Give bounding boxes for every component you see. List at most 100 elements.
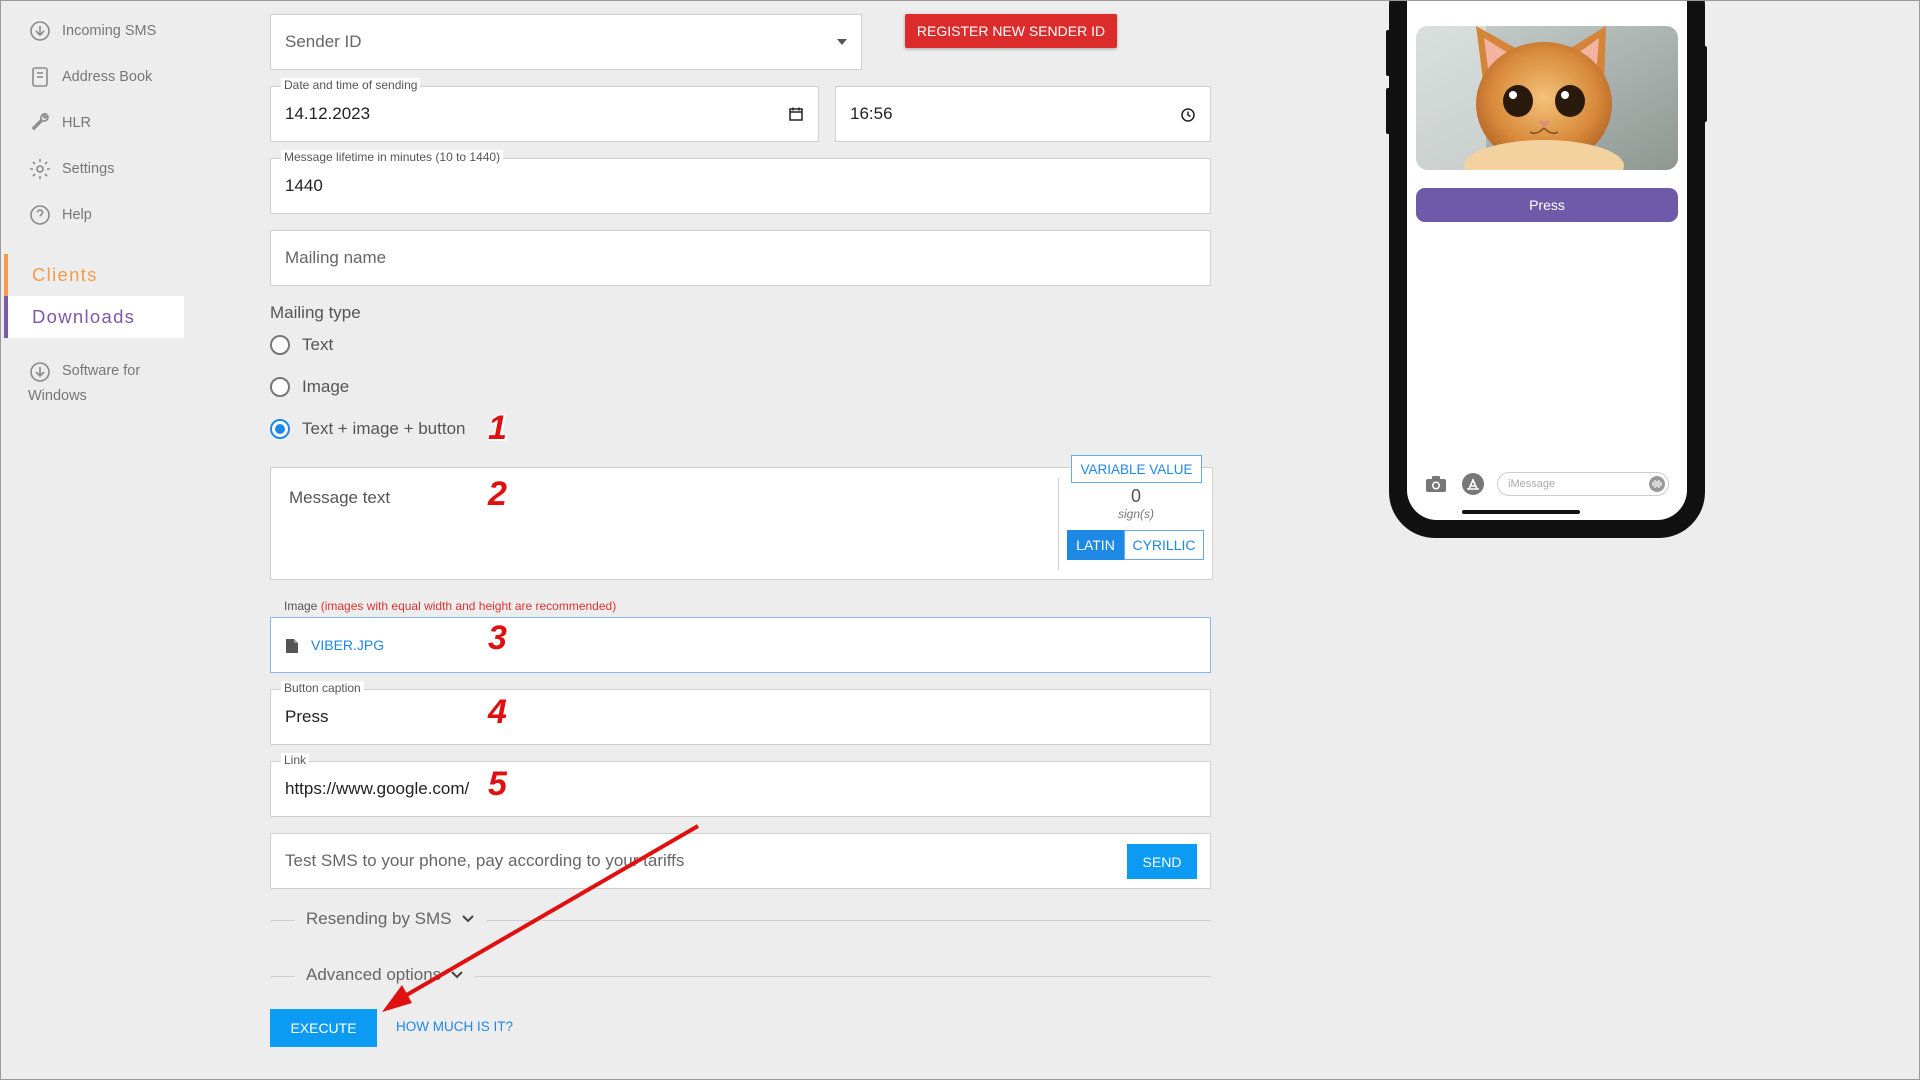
link-label: Link (281, 753, 310, 767)
sidebar-item-settings[interactable]: Settings (28, 157, 114, 181)
advanced-label: Advanced options (306, 965, 442, 984)
sidebar-section-label: Downloads (32, 306, 136, 327)
download-circle-icon (30, 362, 50, 382)
resending-label: Resending by SMS (306, 909, 452, 928)
decorative-pixel (170, 306, 178, 314)
annotation-number-1: 1 (488, 409, 507, 447)
button-caption-label: Button caption (281, 681, 364, 695)
sidebar-section-downloads[interactable]: Downloads (4, 296, 184, 338)
link-value: https://www.google.com/ (285, 779, 470, 798)
date-field[interactable]: Date and time of sending 14.12.2023 (270, 78, 819, 142)
sidebar-item-label: Incoming SMS (62, 23, 157, 39)
message-text-area[interactable]: Message text (270, 467, 1213, 580)
sidebar: Incoming SMS Address Book HLR Settings H… (0, 0, 200, 1080)
kitten-image (1416, 26, 1678, 170)
annotation-number-3: 3 (488, 619, 507, 657)
phone-side-button (1386, 88, 1391, 134)
variable-value-button[interactable]: VARIABLE VALUE (1071, 455, 1202, 483)
send-button[interactable]: SEND (1127, 844, 1197, 879)
download-circle-icon (30, 21, 50, 41)
time-value: 16:56 (850, 104, 893, 123)
radio-circle-selected (270, 419, 290, 439)
imessage-placeholder: iMessage (1508, 478, 1556, 490)
price-link[interactable]: HOW MUCH IS IT? (396, 1019, 513, 1034)
phone-side-button (1702, 46, 1707, 122)
sidebar-item-label: Software for (62, 363, 141, 379)
radio-label: Text (302, 335, 334, 354)
sidebar-item-software-line2[interactable]: Windows (28, 388, 87, 404)
decorative-pixel (166, 324, 173, 331)
date-value: 14.12.2023 (285, 104, 371, 123)
sidebar-item-software[interactable]: Software for (28, 360, 140, 384)
annotation-number-5: 5 (488, 765, 507, 803)
sidebar-item-hlr[interactable]: HLR (28, 111, 91, 135)
audio-icon (1649, 476, 1665, 492)
lifetime-field[interactable]: Message lifetime in minutes (10 to 1440)… (270, 150, 1211, 214)
sidebar-item-address-book[interactable]: Address Book (28, 65, 152, 89)
preview-image (1416, 26, 1678, 170)
gear-icon (30, 159, 50, 179)
image-file-name[interactable]: VIBER.JPG (311, 637, 384, 653)
test-sms-input[interactable]: Test SMS to your phone, pay according to… (270, 833, 1211, 889)
imessage-input: iMessage (1497, 472, 1669, 496)
file-icon (286, 639, 298, 653)
advanced-accordion[interactable]: Advanced options (294, 965, 476, 985)
time-field[interactable]: 16:56 (835, 86, 1211, 142)
clock-icon[interactable] (1180, 107, 1196, 123)
sidebar-item-label: HLR (62, 115, 92, 131)
resending-accordion[interactable]: Resending by SMS (294, 909, 486, 929)
sender-id-placeholder: Sender ID (285, 32, 362, 51)
radio-text-image-button[interactable]: Text + image + button (270, 419, 466, 439)
sidebar-item-label: Help (62, 207, 92, 223)
radio-label: Image (302, 377, 350, 396)
signs-label: sign(s) (1117, 507, 1154, 521)
annotation-number-4: 4 (488, 693, 507, 731)
help-circle-icon (30, 205, 50, 225)
image-label: Image (images with equal width and heigh… (284, 599, 616, 613)
decorative-pixel (176, 316, 182, 322)
alphabet-latin-button[interactable]: LATIN (1067, 530, 1124, 560)
sidebar-section-label: Clients (32, 264, 98, 285)
message-placeholder: Message text (289, 488, 391, 507)
phone-screen: Press iMessage (1407, 0, 1687, 520)
calendar-icon[interactable] (788, 106, 804, 122)
decorative-pixel (176, 296, 184, 304)
home-indicator (1462, 510, 1580, 514)
radio-label: Text + image + button (302, 419, 466, 438)
sidebar-item-label: Windows (28, 388, 87, 404)
sidebar-item-help[interactable]: Help (28, 203, 92, 227)
preview-press-button: Press (1416, 188, 1678, 222)
button-caption-input[interactable]: Button caption Press (270, 681, 1211, 745)
image-file-field[interactable]: VIBER.JPG (270, 617, 1211, 673)
book-icon (32, 67, 48, 87)
sidebar-item-label: Address Book (62, 69, 153, 85)
alphabet-cyrillic-button[interactable]: CYRILLIC (1124, 530, 1204, 560)
annotation-number-2: 2 (488, 475, 507, 513)
lifetime-label: Message lifetime in minutes (10 to 1440) (281, 150, 504, 164)
app-store-icon (1462, 473, 1484, 495)
sender-id-select[interactable]: Sender ID (270, 14, 862, 70)
date-label: Date and time of sending (281, 78, 421, 92)
image-label-text: Image (284, 599, 318, 613)
mailing-name-placeholder: Mailing name (285, 248, 387, 267)
radio-text[interactable]: Text (270, 335, 333, 355)
sidebar-section-clients[interactable]: Clients (4, 254, 184, 296)
radio-image[interactable]: Image (270, 377, 349, 397)
divider (1058, 478, 1059, 570)
chevron-down-icon (461, 915, 474, 923)
phone-side-button (1386, 30, 1391, 76)
dropdown-arrow-icon (837, 39, 847, 45)
mailing-name-input[interactable]: Mailing name (270, 230, 1211, 286)
register-sender-button[interactable]: REGISTER NEW SENDER ID (905, 14, 1117, 48)
radio-circle (270, 335, 290, 355)
test-sms-placeholder: Test SMS to your phone, pay according to… (285, 851, 685, 870)
wrench-icon (31, 113, 49, 131)
camera-icon (1426, 476, 1446, 492)
radio-circle (270, 377, 290, 397)
lifetime-value: 1440 (285, 176, 323, 195)
execute-button[interactable]: EXECUTE (270, 1009, 377, 1047)
sidebar-item-incoming-sms[interactable]: Incoming SMS (28, 19, 156, 43)
image-hint: (images with equal width and height are … (320, 599, 617, 613)
link-input[interactable]: Link https://www.google.com/ (270, 753, 1211, 817)
chevron-down-icon (451, 971, 463, 979)
